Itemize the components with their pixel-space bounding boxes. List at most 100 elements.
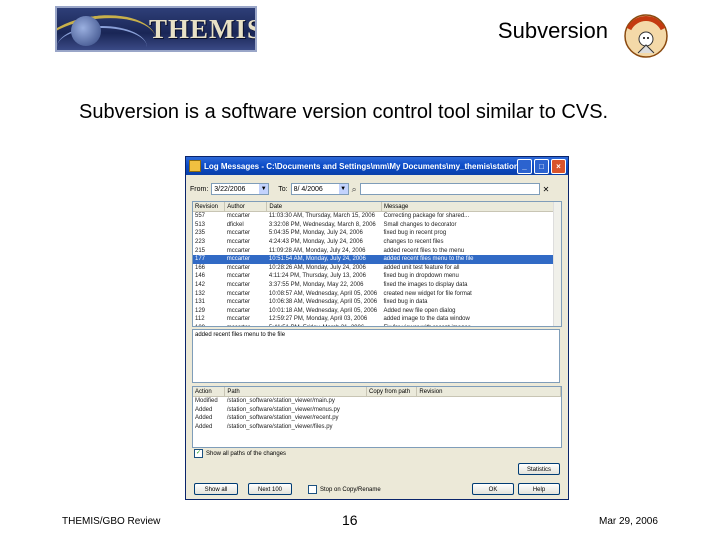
log-cell: mccarter xyxy=(226,247,251,254)
next-100-button[interactable]: Next 100 xyxy=(248,483,292,495)
log-cell: 132 xyxy=(195,290,206,297)
app-icon xyxy=(189,160,201,172)
path-cell: /station_software/station_viewer/files.p… xyxy=(226,424,333,431)
path-row[interactable]: Added/station_software/station_viewer/me… xyxy=(193,406,561,415)
path-row[interactable]: Added/station_software/station_viewer/fi… xyxy=(193,423,561,432)
log-cell: added unit test feature for all xyxy=(383,264,460,271)
log-cell: mccarter xyxy=(226,239,251,246)
path-column-header[interactable]: Copy from path xyxy=(366,387,418,397)
log-cell: fixed bug in recent prog xyxy=(383,230,447,237)
log-cell: added image to the data window xyxy=(383,316,470,323)
log-cell: 10:28:26 AM, Monday, July 24, 2006 xyxy=(268,264,366,271)
log-cell: mccarter xyxy=(226,273,251,280)
path-cell xyxy=(417,423,561,432)
ok-button[interactable]: OK xyxy=(472,483,514,495)
log-cell: fixed the images to display data xyxy=(383,282,468,289)
log-cell: fixed bug in data xyxy=(383,299,428,306)
log-cell: added recent files menu to the file xyxy=(381,254,561,264)
path-column-header[interactable]: Revision xyxy=(416,387,561,397)
log-row[interactable]: 166 mccarter 10:28:26 AM, Monday, July 24,… xyxy=(193,264,561,273)
log-row[interactable]: 215 mccarter 11:09:28 AM, Monday, July 24,… xyxy=(193,246,561,255)
to-label: To: xyxy=(278,185,288,193)
path-cell xyxy=(367,397,417,406)
from-label: From: xyxy=(190,185,209,193)
log-cell: 557 xyxy=(195,213,206,220)
show-paths-label: Show all paths of the changes xyxy=(206,450,287,457)
log-column-header[interactable]: Author xyxy=(224,202,268,212)
log-cell: changes to recent files xyxy=(383,239,444,246)
log-row[interactable]: 109mccarter5:41:51 PM, Friday, March 31,… xyxy=(193,324,561,326)
log-scrollbar[interactable] xyxy=(553,202,561,326)
stop-on-copy-row[interactable]: Stop on Copy/Rename xyxy=(308,485,381,494)
log-row[interactable]: 146 mccarter 4:11:24 PM, Thursday, July 13… xyxy=(193,272,561,281)
log-column-header[interactable]: Message xyxy=(381,202,561,212)
stop-on-copy-label: Stop on Copy/Rename xyxy=(320,486,381,493)
log-row[interactable]: 223 mccarter 4:24:43 PM, Monday, July 24, … xyxy=(193,238,561,247)
earth-icon xyxy=(71,16,101,46)
stop-on-copy-checkbox[interactable] xyxy=(308,485,317,494)
minimize-button[interactable]: _ xyxy=(517,159,532,174)
log-message-box[interactable]: added recent files menu to the file xyxy=(192,329,560,383)
chevron-down-icon[interactable]: ▼ xyxy=(259,184,269,194)
footer-date: Mar 29, 2006 xyxy=(599,516,658,527)
log-cell: 4:24:43 PM, Monday, July 24, 2006 xyxy=(268,239,363,246)
log-row[interactable]: 112 mccarter 12:59:27 PM, Monday, April 03… xyxy=(193,315,561,324)
log-cell: mccarter xyxy=(226,282,251,289)
show-paths-checkbox-row[interactable]: ✓ Show all paths of the changes xyxy=(194,449,286,458)
path-cell xyxy=(417,414,561,423)
log-row[interactable]: 129 mccarter 10:01:18 AM, Wednesday, April… xyxy=(193,307,561,316)
log-row[interactable]: 142 mccarter 3:37:55 PM, Monday, May 22, 2… xyxy=(193,281,561,290)
footer-left: THEMIS/GBO Review xyxy=(62,516,161,527)
log-column-header[interactable]: Revision xyxy=(193,202,226,212)
log-column-header[interactable]: Date xyxy=(266,202,382,212)
chevron-down-icon[interactable]: ▼ xyxy=(338,184,348,194)
help-button[interactable]: Help xyxy=(518,483,560,495)
show-paths-checkbox[interactable]: ✓ xyxy=(194,449,203,458)
log-row[interactable]: 132 mccarter 10:08:57 AM, Wednesday, April… xyxy=(193,289,561,298)
log-cell: 109 xyxy=(193,324,225,326)
log-table: Revision Author Date Message 557 mccarter 11:… xyxy=(192,201,562,327)
log-cell: 10:51:54 AM, Monday, July 24, 2006 xyxy=(266,254,382,264)
to-date-select[interactable]: 8/ 4/2006 ▼ xyxy=(290,183,349,195)
log-cell: 3:37:55 PM, Monday, May 22, 2006 xyxy=(268,282,364,289)
statistics-button[interactable]: Statistics xyxy=(518,463,560,475)
path-column-header[interactable]: Action xyxy=(193,387,226,397)
path-cell: /station_software/station_viewer/main.py xyxy=(226,398,335,405)
path-cell xyxy=(417,397,561,406)
path-column-header[interactable]: Path xyxy=(224,387,368,397)
window-titlebar[interactable]: Log Messages - C:\Documents and Settings… xyxy=(186,157,568,175)
path-cell: Added xyxy=(195,406,213,413)
log-cell: 10:06:38 AM, Wednesday, April 05, 2006 xyxy=(268,299,378,306)
log-cell: added recent files to the menu xyxy=(383,247,465,254)
search-input[interactable] xyxy=(359,183,540,195)
log-row[interactable]: 557 mccarter 11:03:30 AM, Thursday, March … xyxy=(193,212,561,221)
log-cell: 513 xyxy=(195,221,206,228)
path-cell xyxy=(367,406,417,415)
path-row[interactable]: Modified/station_software/station_viewer… xyxy=(193,397,561,406)
log-cell: mccarter xyxy=(226,299,251,306)
log-row[interactable]: 235 mccarter 5:04:35 PM, Monday, July 24, … xyxy=(193,229,561,238)
close-button[interactable]: × xyxy=(551,159,566,174)
path-cell: /station_software/station_viewer/recent.… xyxy=(226,415,339,422)
log-cell: 146 xyxy=(195,273,206,280)
clear-icon[interactable]: ✕ xyxy=(543,185,550,194)
log-cell: 215 xyxy=(195,247,206,254)
log-row[interactable]: 177 mccarter 10:51:54 AM, Monday, July 24,… xyxy=(193,254,561,264)
log-cell: Fix for viewer with recent images xyxy=(381,324,560,326)
path-row[interactable]: Added/station_software/station_viewer/re… xyxy=(193,414,561,423)
log-cell: Added new file open dialog xyxy=(383,307,456,314)
log-cell: 12:59:27 PM, Monday, April 03, 2006 xyxy=(268,316,368,323)
path-cell: Added xyxy=(195,424,213,431)
log-row[interactable]: 513 dfickel 3:32:08 PM, Wednesday, March 8… xyxy=(193,221,561,230)
maximize-button[interactable]: □ xyxy=(534,159,549,174)
log-cell: Small changes to decorator xyxy=(383,221,457,228)
themis-mascot-icon xyxy=(624,14,668,58)
filter-toolbar: From: 3/22/2006 ▼ To: 8/ 4/2006 ▼ ⌕ ✕ xyxy=(190,181,564,197)
from-date-select[interactable]: 3/22/2006 ▼ xyxy=(211,183,270,195)
search-icon: ⌕ xyxy=(351,183,357,194)
log-row[interactable]: 131 mccarter 10:06:38 AM, Wednesday, April… xyxy=(193,298,561,307)
log-cell: mccarter xyxy=(225,324,267,326)
log-cell: dfickel xyxy=(226,221,244,228)
show-all-button[interactable]: Show all xyxy=(194,483,238,495)
log-cell: mccarter xyxy=(226,307,251,314)
